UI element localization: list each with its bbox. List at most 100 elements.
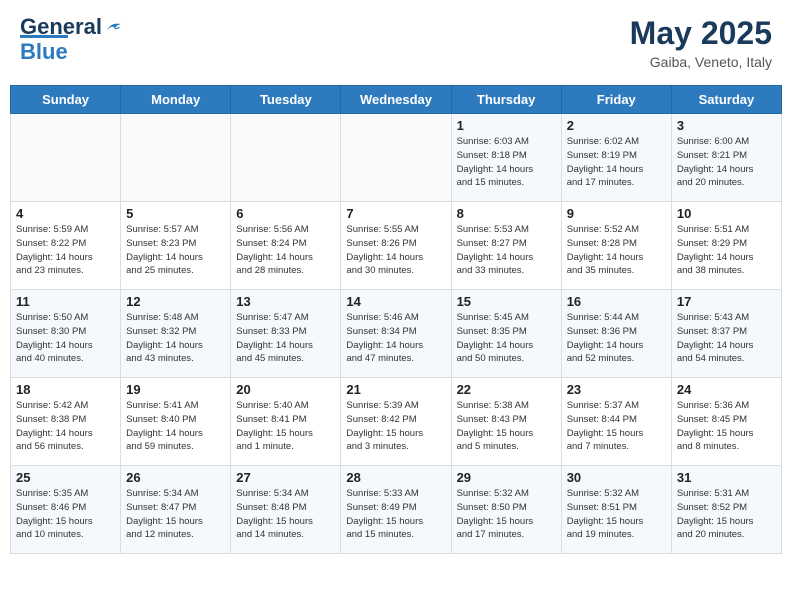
calendar-cell: 24 Sunrise: 5:36 AM Sunset: 8:45 PM Dayli…	[671, 378, 781, 466]
calendar-cell: 5Sunrise: 5:57 AM Sunset: 8:23 PM Daylig…	[121, 202, 231, 290]
title-block: May 2025 Gaiba, Veneto, Italy	[630, 15, 772, 70]
day-number: 22	[457, 382, 556, 397]
day-info: Sunrise: 5:52 AM Sunset: 8:28 PM Dayligh…	[567, 223, 666, 278]
day-info: Sunrise: 6:02 AM Sunset: 8:19 PM Dayligh…	[567, 135, 666, 190]
day-info: Sunrise: 5:53 AM Sunset: 8:27 PM Dayligh…	[457, 223, 556, 278]
day-info: Sunrise: 5:36 AM Sunset: 8:45 PM Dayligh…	[677, 399, 776, 454]
calendar-cell: 25Sunrise: 5:35 AM Sunset: 8:46 PM Dayli…	[11, 466, 121, 554]
day-info: Sunrise: 5:43 AM Sunset: 8:37 PM Dayligh…	[677, 311, 776, 366]
day-number: 17	[677, 294, 776, 309]
calendar-cell: 19 Sunrise: 5:41 AM Sunset: 8:40 PM Dayli…	[121, 378, 231, 466]
day-number: 29	[457, 470, 556, 485]
calendar-cell: 16 Sunrise: 5:44 AM Sunset: 8:36 PM Dayli…	[561, 290, 671, 378]
calendar-cell: 7 Sunrise: 5:55 AM Sunset: 8:26 PM Daylig…	[341, 202, 451, 290]
day-number: 4	[16, 206, 115, 221]
day-info: Sunrise: 6:00 AM Sunset: 8:21 PM Dayligh…	[677, 135, 776, 190]
day-header-saturday: Saturday	[671, 86, 781, 114]
location: Gaiba, Veneto, Italy	[630, 54, 772, 70]
day-info: Sunrise: 5:59 AM Sunset: 8:22 PM Dayligh…	[16, 223, 115, 278]
calendar-cell: 10 Sunrise: 5:51 AM Sunset: 8:29 PM Dayli…	[671, 202, 781, 290]
day-number: 11	[16, 294, 115, 309]
day-number: 19	[126, 382, 225, 397]
day-info: Sunrise: 5:55 AM Sunset: 8:26 PM Dayligh…	[346, 223, 445, 278]
day-info: Sunrise: 5:40 AM Sunset: 8:41 PM Dayligh…	[236, 399, 335, 454]
calendar-cell: 31 Sunrise: 5:31 AM Sunset: 8:52 PM Dayli…	[671, 466, 781, 554]
day-number: 2	[567, 118, 666, 133]
calendar-cell: 17 Sunrise: 5:43 AM Sunset: 8:37 PM Dayli…	[671, 290, 781, 378]
calendar-cell: 6 Sunrise: 5:56 AM Sunset: 8:24 PM Daylig…	[231, 202, 341, 290]
day-number: 20	[236, 382, 335, 397]
day-number: 6	[236, 206, 335, 221]
day-number: 27	[236, 470, 335, 485]
day-header-sunday: Sunday	[11, 86, 121, 114]
day-info: Sunrise: 5:34 AM Sunset: 8:47 PM Dayligh…	[126, 487, 225, 542]
calendar-cell: 12 Sunrise: 5:48 AM Sunset: 8:32 PM Dayli…	[121, 290, 231, 378]
day-info: Sunrise: 5:56 AM Sunset: 8:24 PM Dayligh…	[236, 223, 335, 278]
calendar-cell: 13Sunrise: 5:47 AM Sunset: 8:33 PM Dayli…	[231, 290, 341, 378]
logo: General Blue	[20, 15, 122, 65]
day-info: Sunrise: 5:44 AM Sunset: 8:36 PM Dayligh…	[567, 311, 666, 366]
day-number: 28	[346, 470, 445, 485]
day-number: 21	[346, 382, 445, 397]
calendar-cell	[341, 114, 451, 202]
month-title: May 2025	[630, 15, 772, 52]
calendar-cell: 26Sunrise: 5:34 AM Sunset: 8:47 PM Dayli…	[121, 466, 231, 554]
day-header-thursday: Thursday	[451, 86, 561, 114]
day-info: Sunrise: 5:31 AM Sunset: 8:52 PM Dayligh…	[677, 487, 776, 542]
day-info: Sunrise: 5:46 AM Sunset: 8:34 PM Dayligh…	[346, 311, 445, 366]
day-number: 3	[677, 118, 776, 133]
day-info: Sunrise: 5:50 AM Sunset: 8:30 PM Dayligh…	[16, 311, 115, 366]
day-header-tuesday: Tuesday	[231, 86, 341, 114]
calendar-cell: 21 Sunrise: 5:39 AM Sunset: 8:42 PM Dayli…	[341, 378, 451, 466]
day-number: 12	[126, 294, 225, 309]
day-info: Sunrise: 5:39 AM Sunset: 8:42 PM Dayligh…	[346, 399, 445, 454]
day-info: Sunrise: 5:41 AM Sunset: 8:40 PM Dayligh…	[126, 399, 225, 454]
day-number: 30	[567, 470, 666, 485]
day-info: Sunrise: 5:38 AM Sunset: 8:43 PM Dayligh…	[457, 399, 556, 454]
calendar-cell: 2 Sunrise: 6:02 AM Sunset: 8:19 PM Daylig…	[561, 114, 671, 202]
calendar-cell: 29Sunrise: 5:32 AM Sunset: 8:50 PM Dayli…	[451, 466, 561, 554]
day-number: 8	[457, 206, 556, 221]
day-info: Sunrise: 5:35 AM Sunset: 8:46 PM Dayligh…	[16, 487, 115, 542]
day-number: 7	[346, 206, 445, 221]
day-info: Sunrise: 5:37 AM Sunset: 8:44 PM Dayligh…	[567, 399, 666, 454]
day-info: Sunrise: 5:48 AM Sunset: 8:32 PM Dayligh…	[126, 311, 225, 366]
day-number: 15	[457, 294, 556, 309]
calendar-week-4: 18 Sunrise: 5:42 AM Sunset: 8:38 PM Dayli…	[11, 378, 782, 466]
page-header: General Blue May 2025 Gaiba, Veneto, Ita…	[10, 10, 782, 75]
calendar-cell: 9 Sunrise: 5:52 AM Sunset: 8:28 PM Daylig…	[561, 202, 671, 290]
day-info: Sunrise: 5:42 AM Sunset: 8:38 PM Dayligh…	[16, 399, 115, 454]
day-info: Sunrise: 5:32 AM Sunset: 8:51 PM Dayligh…	[567, 487, 666, 542]
calendar-cell: 27 Sunrise: 5:34 AM Sunset: 8:48 PM Dayli…	[231, 466, 341, 554]
calendar-cell: 22 Sunrise: 5:38 AM Sunset: 8:43 PM Dayli…	[451, 378, 561, 466]
calendar-cell: 28Sunrise: 5:33 AM Sunset: 8:49 PM Dayli…	[341, 466, 451, 554]
calendar-cell: 20 Sunrise: 5:40 AM Sunset: 8:41 PM Dayli…	[231, 378, 341, 466]
calendar-table: SundayMondayTuesdayWednesdayThursdayFrid…	[10, 85, 782, 554]
calendar-week-3: 11 Sunrise: 5:50 AM Sunset: 8:30 PM Dayli…	[11, 290, 782, 378]
day-number: 10	[677, 206, 776, 221]
calendar-cell	[121, 114, 231, 202]
day-number: 1	[457, 118, 556, 133]
day-info: Sunrise: 5:34 AM Sunset: 8:48 PM Dayligh…	[236, 487, 335, 542]
day-info: Sunrise: 6:03 AM Sunset: 8:18 PM Dayligh…	[457, 135, 556, 190]
day-number: 24	[677, 382, 776, 397]
calendar-header-row: SundayMondayTuesdayWednesdayThursdayFrid…	[11, 86, 782, 114]
day-number: 31	[677, 470, 776, 485]
day-header-friday: Friday	[561, 86, 671, 114]
calendar-week-2: 4 Sunrise: 5:59 AM Sunset: 8:22 PM Daylig…	[11, 202, 782, 290]
calendar-week-5: 25Sunrise: 5:35 AM Sunset: 8:46 PM Dayli…	[11, 466, 782, 554]
logo-blue: Blue	[20, 35, 68, 65]
calendar-cell: 4 Sunrise: 5:59 AM Sunset: 8:22 PM Daylig…	[11, 202, 121, 290]
day-number: 16	[567, 294, 666, 309]
day-number: 18	[16, 382, 115, 397]
calendar-cell: 14Sunrise: 5:46 AM Sunset: 8:34 PM Dayli…	[341, 290, 451, 378]
calendar-cell	[231, 114, 341, 202]
day-number: 9	[567, 206, 666, 221]
calendar-cell: 11 Sunrise: 5:50 AM Sunset: 8:30 PM Dayli…	[11, 290, 121, 378]
day-info: Sunrise: 5:45 AM Sunset: 8:35 PM Dayligh…	[457, 311, 556, 366]
calendar-cell: 1 Sunrise: 6:03 AM Sunset: 8:18 PM Daylig…	[451, 114, 561, 202]
day-header-wednesday: Wednesday	[341, 86, 451, 114]
day-info: Sunrise: 5:51 AM Sunset: 8:29 PM Dayligh…	[677, 223, 776, 278]
calendar-cell: 18 Sunrise: 5:42 AM Sunset: 8:38 PM Dayli…	[11, 378, 121, 466]
day-header-monday: Monday	[121, 86, 231, 114]
